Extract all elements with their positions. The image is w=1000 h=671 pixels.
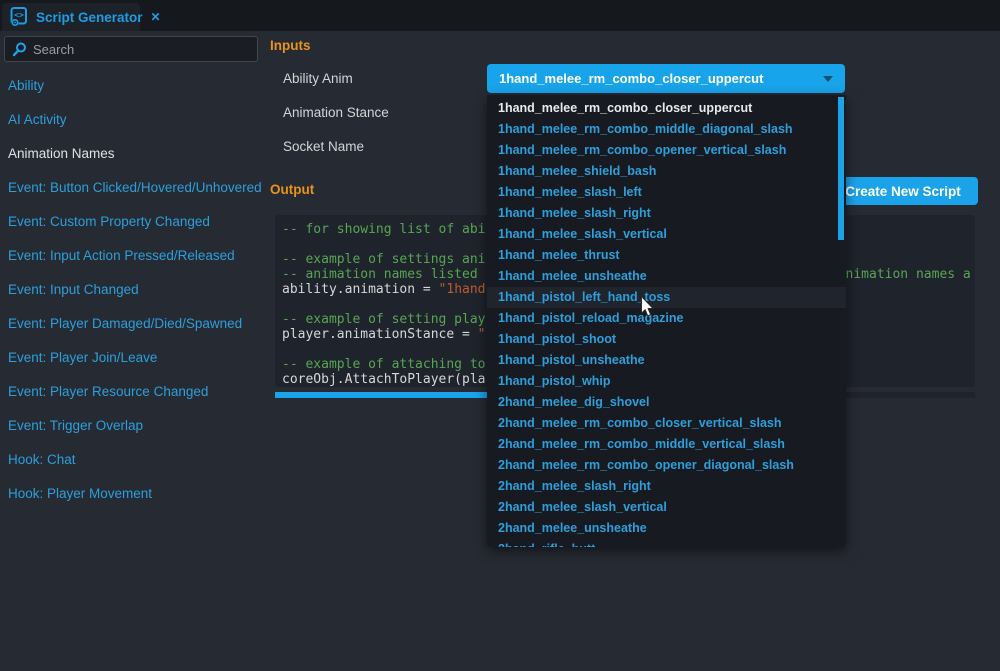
sidebar-item[interactable]: Event: Input Action Pressed/Released bbox=[0, 239, 262, 273]
dropdown-option[interactable]: 2hand_melee_slash_vertical bbox=[487, 497, 846, 518]
dropdown-option[interactable]: 1hand_melee_unsheathe bbox=[487, 266, 846, 287]
dropdown-option[interactable]: 1hand_melee_rm_combo_closer_uppercut bbox=[487, 98, 846, 119]
tab-bar: <> Script Generator ✕ bbox=[0, 0, 1000, 31]
dropdown-option-list: 1hand_melee_rm_combo_closer_uppercut1han… bbox=[487, 95, 846, 547]
script-gear-icon: <> bbox=[8, 6, 30, 28]
tab-title: Script Generator bbox=[36, 10, 143, 25]
dropdown-option[interactable]: 1hand_melee_shield_bash bbox=[487, 161, 846, 182]
dropdown-scrollbar-thumb[interactable] bbox=[838, 97, 844, 240]
sidebar-item[interactable]: Hook: Chat bbox=[0, 443, 262, 477]
dropdown-option[interactable]: 1hand_melee_slash_left bbox=[487, 182, 846, 203]
dropdown-option[interactable]: 2hand_melee_rm_combo_opener_diagonal_sla… bbox=[487, 455, 846, 476]
sidebar-item[interactable]: Event: Custom Property Changed bbox=[0, 205, 262, 239]
sidebar-item[interactable]: Animation Names bbox=[0, 137, 262, 171]
tab-script-generator[interactable]: <> Script Generator ✕ bbox=[2, 3, 140, 31]
dropdown-option[interactable]: 1hand_melee_rm_combo_opener_vertical_sla… bbox=[487, 140, 846, 161]
dropdown-selected-value: 1hand_melee_rm_combo_closer_uppercut bbox=[499, 71, 823, 86]
sidebar-item[interactable]: Event: Input Changed bbox=[0, 273, 262, 307]
sidebar-item[interactable]: AI Activity bbox=[0, 103, 262, 137]
create-new-script-button[interactable]: Create New Script bbox=[828, 177, 978, 205]
script-generator-window: <> Script Generator ✕ AbilityAI Activity… bbox=[0, 0, 1000, 671]
dropdown-option[interactable]: 2hand_melee_rm_combo_middle_vertical_sla… bbox=[487, 434, 846, 455]
search-box[interactable] bbox=[4, 36, 258, 62]
output-section-title: Output bbox=[270, 182, 314, 197]
chevron-down-icon bbox=[823, 76, 833, 82]
dropdown-option[interactable]: 1hand_melee_slash_right bbox=[487, 203, 846, 224]
field-label-animation-stance: Animation Stance bbox=[283, 105, 389, 120]
sidebar-item[interactable]: Ability bbox=[0, 69, 262, 103]
dropdown-option[interactable]: 1hand_pistol_reload_magazine bbox=[487, 308, 846, 329]
dropdown-option[interactable]: 1hand_melee_rm_combo_middle_diagonal_sla… bbox=[487, 119, 846, 140]
dropdown-option[interactable]: 1hand_pistol_shoot bbox=[487, 329, 846, 350]
category-list: AbilityAI ActivityAnimation NamesEvent: … bbox=[0, 69, 262, 511]
dropdown-option[interactable]: 2hand_melee_rm_combo_closer_vertical_sla… bbox=[487, 413, 846, 434]
sidebar-item[interactable]: Event: Trigger Overlap bbox=[0, 409, 262, 443]
dropdown-option[interactable]: 1hand_melee_thrust bbox=[487, 245, 846, 266]
ability-anim-dropdown[interactable]: 1hand_melee_rm_combo_closer_uppercut bbox=[487, 64, 845, 93]
dropdown-option[interactable]: 1hand_pistol_unsheathe bbox=[487, 350, 846, 371]
sidebar-item[interactable]: Hook: Player Movement bbox=[0, 477, 262, 511]
svg-text:<>: <> bbox=[14, 11, 24, 20]
inputs-section-title: Inputs bbox=[270, 38, 311, 53]
close-icon[interactable]: ✕ bbox=[151, 10, 161, 24]
field-label-ability-anim: Ability Anim bbox=[283, 71, 353, 86]
dropdown-option[interactable]: 1hand_pistol_left_hand_toss bbox=[487, 287, 846, 308]
dropdown-option[interactable]: 2hand_melee_slash_right bbox=[487, 476, 846, 497]
search-input[interactable] bbox=[33, 42, 233, 57]
dropdown-option[interactable]: 1hand_pistol_whip bbox=[487, 371, 846, 392]
field-label-socket-name: Socket Name bbox=[283, 139, 364, 154]
dropdown-option[interactable]: 2hand_melee_dig_shovel bbox=[487, 392, 846, 413]
dropdown-option[interactable]: 2hand_melee_unsheathe bbox=[487, 518, 846, 539]
sidebar-item[interactable]: Event: Player Damaged/Died/Spawned bbox=[0, 307, 262, 341]
sidebar-item[interactable]: Event: Player Join/Leave bbox=[0, 341, 262, 375]
sidebar-item[interactable]: Event: Player Resource Changed bbox=[0, 375, 262, 409]
dropdown-option[interactable]: 1hand_melee_slash_vertical bbox=[487, 224, 846, 245]
search-icon bbox=[12, 42, 27, 57]
dropdown-option[interactable]: 2hand_rifle_butt bbox=[487, 539, 846, 547]
sidebar-item[interactable]: Event: Button Clicked/Hovered/Unhovered bbox=[0, 171, 262, 205]
